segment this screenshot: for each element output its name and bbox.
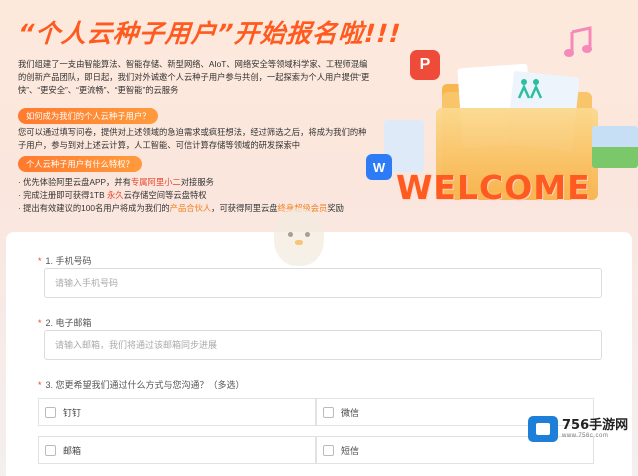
required-marker: * [38, 256, 42, 266]
watermark-logo-icon [528, 416, 558, 442]
checkbox[interactable] [323, 406, 334, 418]
benefit-text: · 提出有效建议的100名用户将成为我们的 [18, 203, 170, 213]
question-label-contact-method: * 3. 您更希望我们通过什么方式与您沟通？（多选） [38, 378, 245, 391]
benefit-item: · 完成注册即可获得1TB 永久云存储空间等云盘特权 [18, 189, 207, 201]
hero-banner: “个人云种子用户”开始报名啦!!! 我们组建了一支由智能算法、智能存储、新型网络… [0, 0, 638, 230]
checkbox[interactable] [323, 444, 334, 456]
option-label: 邮箱 [63, 445, 82, 456]
watermark-url: www.756c.com [562, 433, 609, 439]
benefit-text: · 优先体验阿里云盘APP，并有 [18, 177, 131, 187]
welcome-text: WELCOME [396, 168, 591, 207]
benefit-highlight: 产品合伙人 [169, 203, 212, 213]
question-text: 2. 电子邮箱 [45, 318, 92, 328]
site-watermark: 756手游网 www.756c.com [528, 412, 634, 446]
question-text: 1. 手机号码 [45, 256, 92, 266]
phone-input[interactable] [44, 268, 602, 298]
benefit-highlight: 专属阿里小二 [130, 177, 181, 187]
email-input[interactable] [44, 330, 602, 360]
section-pill-privileges: 个人云种子用户有什么特权？ [18, 156, 142, 172]
benefit-text: 云存储空间等云盘特权 [123, 190, 207, 200]
watermark-name: 756手游网 [562, 418, 629, 433]
mascot-bird-icon [268, 200, 330, 270]
music-note-icon [562, 26, 596, 68]
checkbox[interactable] [45, 406, 56, 418]
intro-paragraph: 我们组建了一支由智能算法、智能存储、新型网络、AIoT、网络安全等领域科学家、工… [18, 59, 370, 95]
question-label-phone: * 1. 手机号码 [38, 254, 92, 267]
how-to-join-paragraph: 您可以通过填写问卷，提供对上述领域的急迫需求或疯狂想法，经过筛选之后，将成为我们… [18, 127, 367, 150]
required-marker: * [38, 318, 42, 328]
people-icon [516, 78, 546, 100]
benefit-text: 对接服务 [180, 177, 214, 187]
option-label: 短信 [341, 445, 360, 456]
required-marker: * [38, 380, 42, 390]
checkbox[interactable] [45, 444, 56, 456]
option-label: 微信 [341, 407, 360, 418]
word-app-icon: W [366, 154, 392, 180]
option-dingtalk[interactable]: 钉钉 [38, 398, 316, 426]
question-label-email: * 2. 电子邮箱 [38, 316, 92, 329]
benefit-text: · 完成注册即可获得1TB [18, 190, 107, 200]
presentation-app-icon: P [410, 50, 440, 80]
benefit-item: · 优先体验阿里云盘APP，并有专属阿里小二对接服务 [18, 176, 214, 188]
question-text: 3. 您更希望我们通过什么方式与您沟通？（多选） [45, 380, 245, 390]
option-email[interactable]: 邮箱 [38, 436, 316, 464]
welcome-illustration: P W WELCOME [366, 20, 638, 230]
image-icon [592, 126, 638, 168]
hero-title: “个人云种子用户”开始报名啦!!! [16, 19, 403, 48]
section-pill-how-to-join: 如何成为我们的个人云种子用户？ [18, 108, 159, 124]
benefit-highlight: 永久 [106, 190, 124, 200]
option-label: 钉钉 [63, 407, 82, 418]
